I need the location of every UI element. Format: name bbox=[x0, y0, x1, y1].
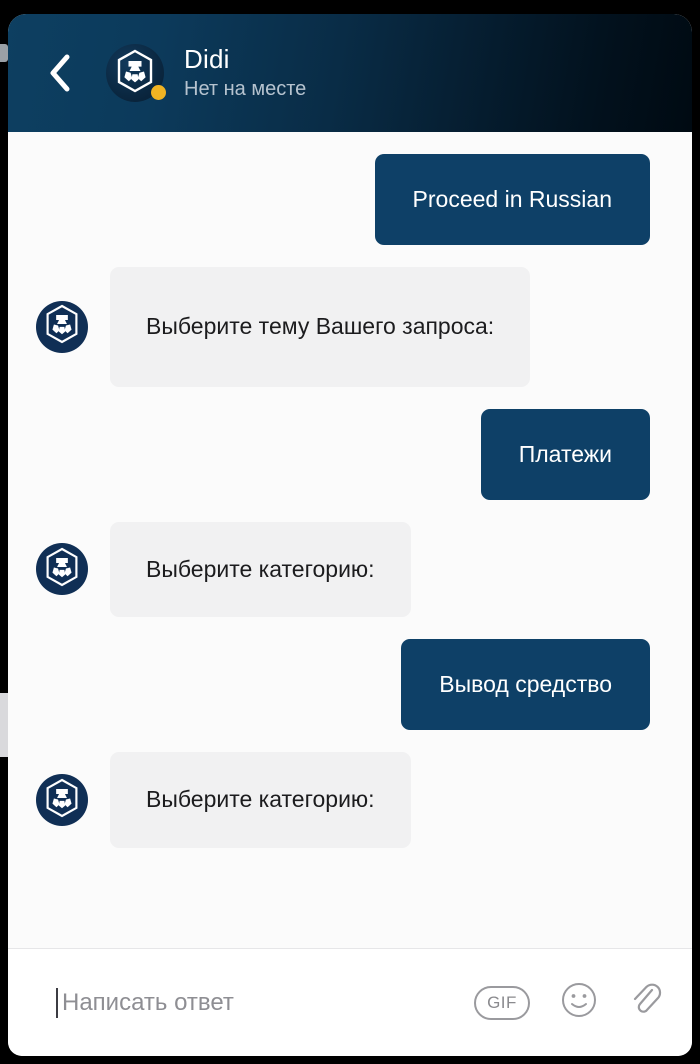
message-avatar bbox=[36, 774, 88, 827]
message-row: Выберите категорию: bbox=[36, 752, 664, 848]
message-bubble-incoming: Выберите категорию: bbox=[110, 521, 411, 618]
gif-button[interactable]: GIF bbox=[474, 985, 530, 1020]
contact-name: Didi bbox=[184, 44, 230, 75]
message-row: Платежи bbox=[36, 408, 664, 500]
left-edge-gutter bbox=[0, 0, 8, 1064]
header-avatar[interactable] bbox=[106, 44, 166, 102]
text-caret bbox=[56, 987, 58, 1018]
message-bubble-incoming: Выберите категорию: bbox=[110, 752, 411, 848]
message-avatar bbox=[36, 543, 88, 596]
message-composer: Написать ответ GIF bbox=[8, 948, 692, 1056]
message-bubble-outgoing[interactable]: Платежи bbox=[480, 408, 650, 500]
gif-label: GIF bbox=[487, 992, 517, 1012]
message-avatar bbox=[36, 300, 88, 353]
message-bubble-incoming: Выберите тему Вашего запроса: bbox=[110, 267, 531, 387]
chevron-left-icon bbox=[47, 53, 73, 93]
paperclip-icon bbox=[628, 980, 662, 1025]
chat-header: Didi Нет на месте bbox=[8, 14, 692, 132]
smiley-face-icon bbox=[560, 981, 598, 1024]
vertical-scrollbar-thumb[interactable] bbox=[0, 693, 8, 757]
crypto-com-logo-icon bbox=[44, 547, 80, 592]
composer-actions: GIF bbox=[474, 980, 662, 1025]
reply-input-placeholder: Написать ответ bbox=[62, 988, 234, 1016]
message-bubble-outgoing[interactable]: Вывод средство bbox=[401, 639, 650, 731]
status-away-dot bbox=[151, 85, 166, 100]
crypto-com-logo-icon bbox=[44, 304, 80, 349]
message-row: Выберите категорию: bbox=[36, 521, 664, 618]
message-row: Выберите тему Вашего запроса: bbox=[36, 267, 664, 387]
crypto-com-logo-icon bbox=[115, 49, 155, 98]
reply-input[interactable]: Написать ответ bbox=[56, 987, 474, 1018]
message-bubble-outgoing[interactable]: Proceed in Russian bbox=[374, 154, 650, 245]
crypto-com-logo-icon bbox=[44, 778, 80, 823]
header-edge-notch bbox=[0, 44, 8, 62]
message-list[interactable]: Proceed in Russian Выберите тему Вашего … bbox=[8, 132, 692, 948]
attach-button[interactable] bbox=[628, 980, 662, 1025]
emoji-button[interactable] bbox=[560, 981, 598, 1024]
chat-app-window: Didi Нет на месте Proceed in Russian Выб… bbox=[8, 14, 692, 1056]
back-button[interactable] bbox=[34, 47, 86, 99]
message-row: Вывод средство bbox=[36, 639, 664, 731]
header-text-block: Didi Нет на месте bbox=[184, 45, 306, 101]
contact-status: Нет на месте bbox=[184, 78, 307, 101]
message-row: Proceed in Russian bbox=[36, 154, 664, 245]
